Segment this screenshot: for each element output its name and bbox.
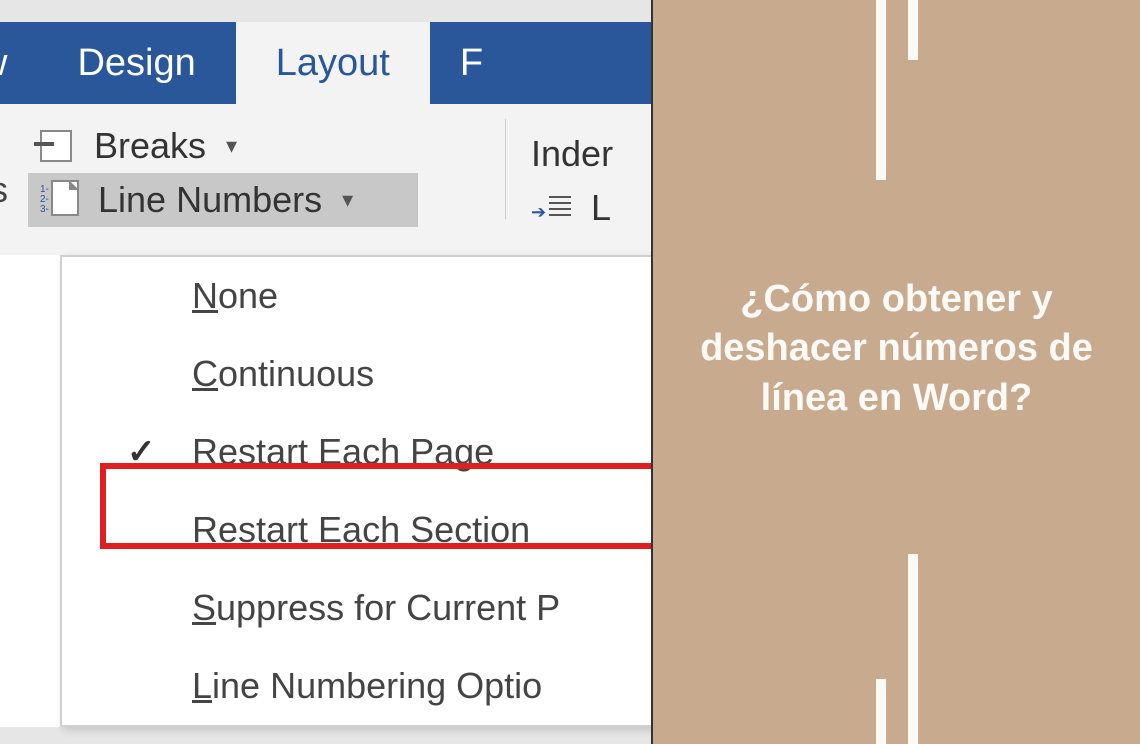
ribbon-tabs: w Design Layout F: [0, 22, 651, 104]
tab-references-partial[interactable]: F: [430, 22, 483, 104]
breaks-label: Breaks: [94, 125, 206, 167]
indent-label: Inder: [531, 127, 623, 181]
line-numbers-dropdown: None Continuous Restart Each Page Restar…: [60, 255, 653, 727]
menu-item-none[interactable]: None: [62, 257, 653, 335]
article-sidebar: ¿Cómo obtener y deshacer números de líne…: [653, 0, 1140, 744]
decoration-bottom: [653, 554, 1140, 744]
menu-item-suppress[interactable]: Suppress for Current P: [62, 569, 653, 647]
chevron-down-icon: ▾: [342, 187, 353, 213]
line-numbers-icon: 1-2-3-: [40, 180, 84, 220]
title-bar-fragment: [0, 0, 651, 22]
ribbon-content: ns Breaks ▾ 1-2-3- Line Numbers ▾: [0, 104, 651, 255]
decoration-top: [653, 0, 1140, 185]
line-numbers-label: Line Numbers: [98, 179, 322, 221]
word-screenshot-panel: w Design Layout F ns Breaks ▾ 1-2-3- Lin…: [0, 0, 653, 744]
line-numbers-button[interactable]: 1-2-3- Line Numbers ▾: [28, 173, 418, 227]
breaks-icon: [40, 130, 80, 162]
tab-layout[interactable]: Layout: [236, 22, 430, 104]
menu-item-line-numbering-options[interactable]: Line Numbering Optio: [62, 647, 653, 725]
indent-left-icon: ➔: [531, 194, 571, 222]
indent-left-button[interactable]: ➔ L: [531, 181, 623, 235]
menu-item-continuous[interactable]: Continuous: [62, 335, 653, 413]
margins-button-partial[interactable]: ns: [0, 169, 8, 211]
article-title: ¿Cómo obtener y deshacer números de líne…: [653, 185, 1140, 423]
tab-design[interactable]: Design: [37, 22, 235, 104]
indent-left-label-partial: L: [591, 187, 611, 229]
chevron-down-icon: ▾: [226, 133, 237, 159]
ribbon-group-divider: [505, 119, 506, 219]
menu-item-restart-each-section[interactable]: Restart Each Section: [62, 491, 653, 569]
tab-draw-partial[interactable]: w: [0, 22, 37, 104]
document-area: [0, 727, 651, 744]
menu-item-restart-each-page[interactable]: Restart Each Page: [62, 413, 653, 491]
breaks-button[interactable]: Breaks ▾: [0, 119, 480, 173]
